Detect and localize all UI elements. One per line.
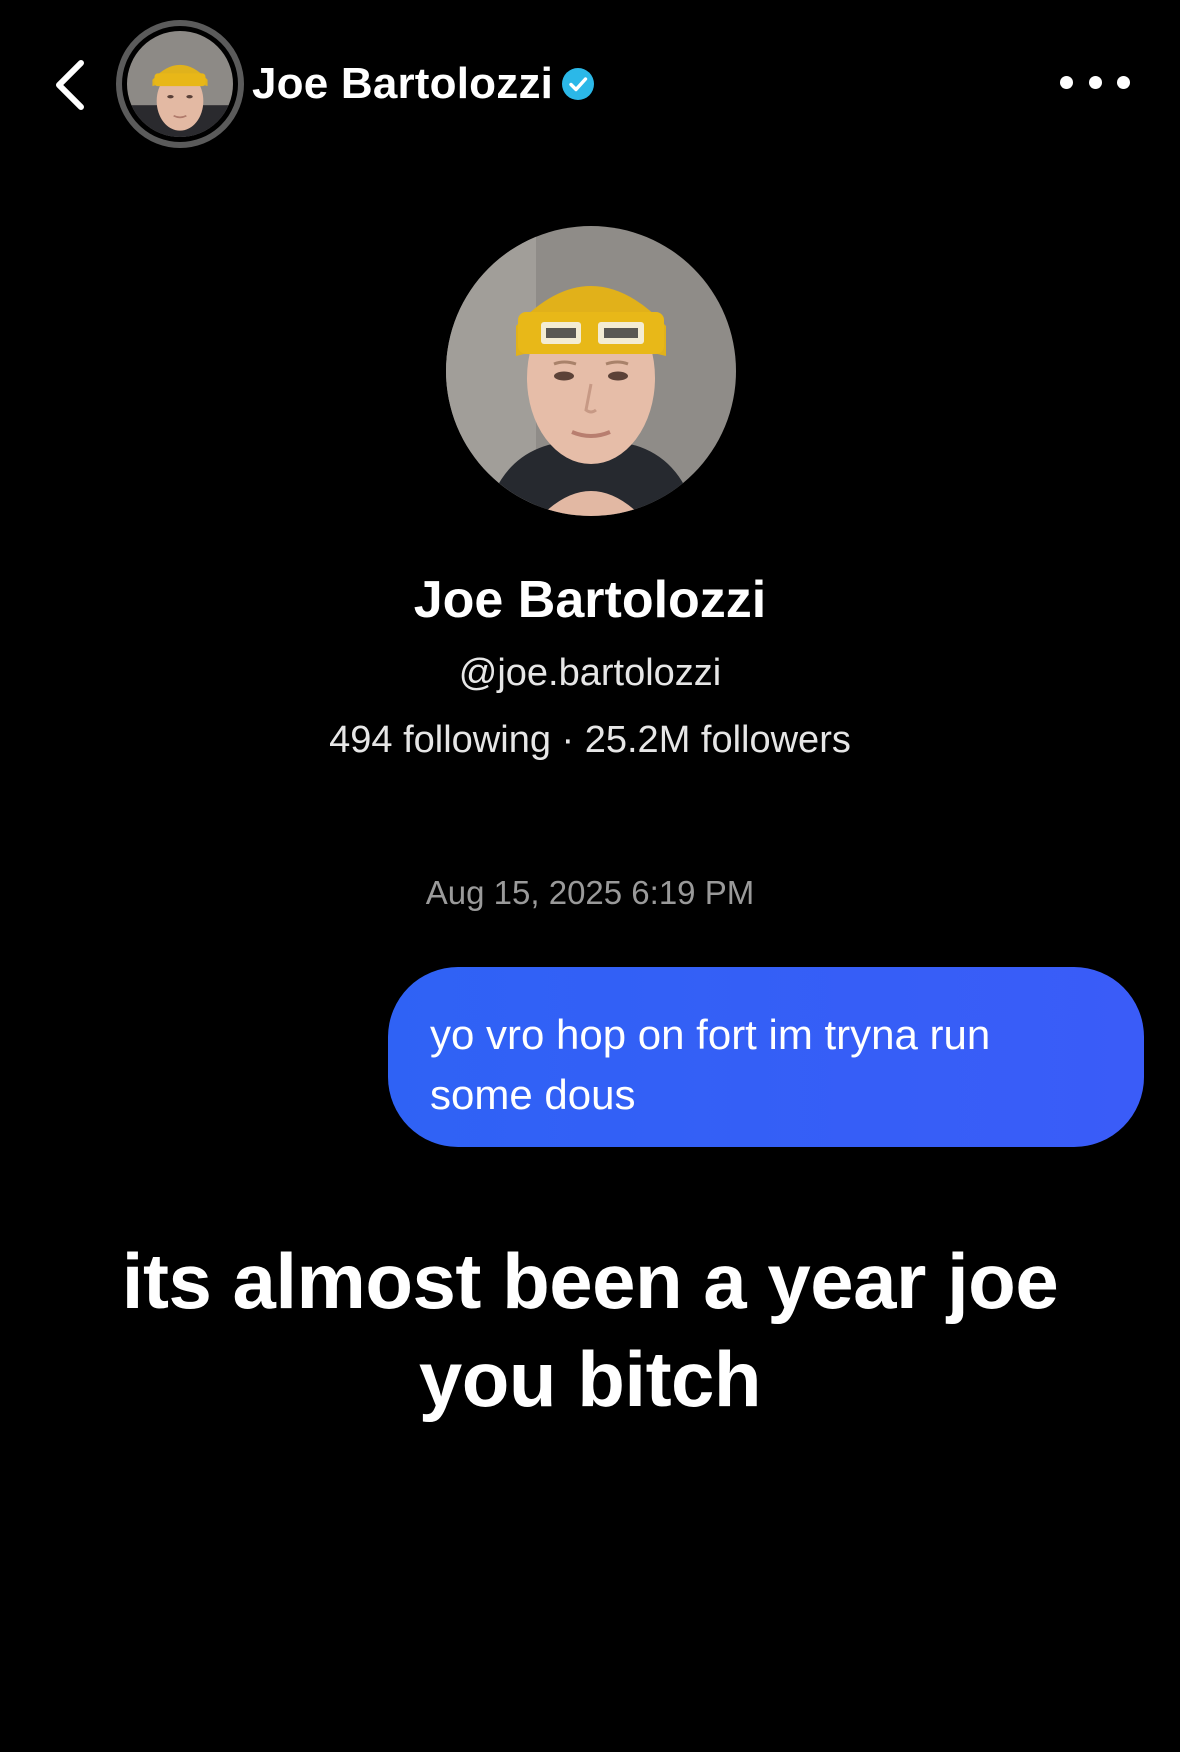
chevron-left-icon (56, 60, 84, 110)
overlay-caption: its almost been a year joe you bitch (121, 1237, 1059, 1423)
chat-header: Joe Bartolozzi (0, 0, 1180, 170)
header-contact-name[interactable]: Joe Bartolozzi (252, 58, 595, 110)
more-horizontal-icon (1060, 75, 1073, 89)
header-avatar[interactable] (116, 20, 244, 148)
sent-message-bubble[interactable]: yo vro hop on fort im tryna run some dou… (388, 967, 1144, 1147)
profile-stats: 494 following · 25.2M followers (329, 719, 851, 761)
verified-badge-icon (562, 68, 595, 100)
dm-thread-screen: Joe Bartolozzi Joe Bartolozzi @joe.barto… (0, 0, 1180, 1752)
profile-photo (446, 226, 736, 516)
contact-name-label: Joe Bartolozzi (252, 59, 554, 108)
avatar-image (127, 31, 233, 137)
profile-handle: @joe.bartolozzi (458, 652, 722, 694)
back-button[interactable] (40, 50, 100, 120)
profile-avatar[interactable] (446, 226, 736, 516)
message-timestamp: Aug 15, 2025 6:19 PM (425, 874, 755, 911)
message-text: yo vro hop on fort im tryna run some dou… (430, 1011, 991, 1118)
profile-name: Joe Bartolozzi (413, 571, 767, 629)
more-options-button[interactable] (1060, 62, 1130, 102)
